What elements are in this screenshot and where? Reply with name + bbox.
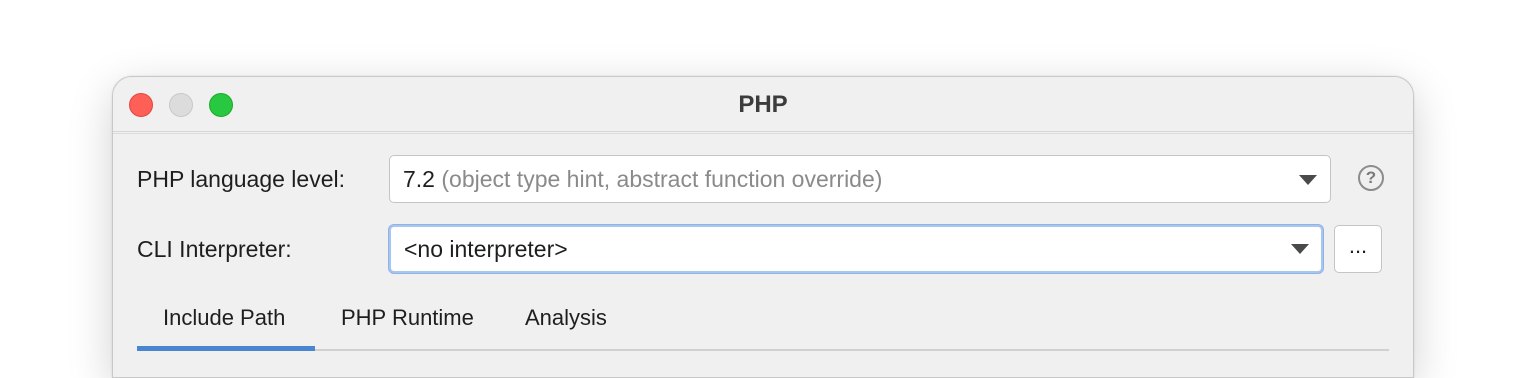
chevron-down-icon [1291,244,1309,254]
settings-tabs: Include Path PHP Runtime Analysis [137,287,1389,353]
browse-interpreter-button[interactable]: ... [1334,225,1382,273]
title-bar: PHP [113,77,1413,132]
tabs-divider [137,349,1389,351]
title-divider [113,133,1413,134]
cli-interpreter-label: CLI Interpreter: [137,236,292,262]
language-level-label: PHP language level: [137,166,345,192]
help-icon[interactable]: ? [1358,165,1384,191]
language-level-dropdown[interactable]: 7.2 (object type hint, abstract function… [389,155,1331,203]
tab-include-path[interactable]: Include Path [163,305,285,331]
selected-tab-indicator [137,346,315,351]
language-level-value: 7.2 [403,166,435,192]
tab-analysis[interactable]: Analysis [525,305,607,331]
cli-interpreter-value: <no interpreter> [404,236,568,262]
language-level-hint: (object type hint, abstract function ove… [441,166,883,192]
window-title: PHP [738,91,788,118]
chevron-down-icon [1299,175,1317,185]
cli-interpreter-dropdown[interactable]: <no interpreter> [389,225,1323,273]
tab-php-runtime[interactable]: PHP Runtime [341,305,474,331]
php-settings-window: PHP PHP language level: 7.2 (object type… [112,76,1414,378]
